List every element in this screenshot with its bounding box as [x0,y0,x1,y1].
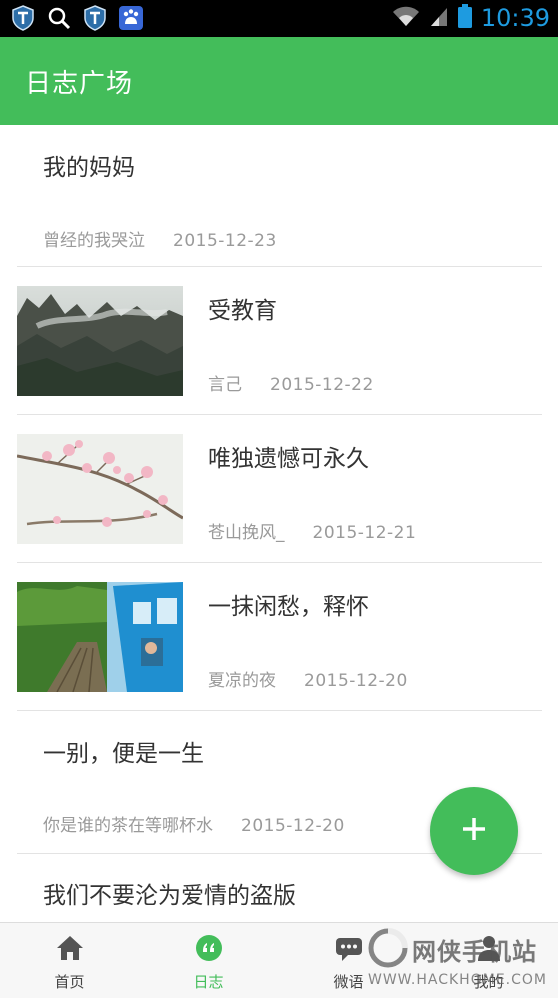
nav-label: 首页 [54,973,85,991]
search-icon [46,5,72,31]
journal-meta: 你是谁的茶在等哪杯水 2015-12-20 [43,811,345,836]
journal-title: 唯独遗憾可永久 [208,446,369,472]
journal-item[interactable]: 我的妈妈 曾经的我哭泣 2015-12-23 [17,125,542,267]
app-bar: 日志广场 [0,37,558,125]
shield-icon [82,5,108,31]
journal-meta: 苍山挽风_ 2015-12-21 [208,518,416,543]
nav-item-home[interactable]: 首页 [0,923,139,998]
nav-label: 日志 [193,973,224,991]
journal-title: 一别，便是一生 [43,741,204,767]
wifi-icon [391,4,421,32]
journal-date: 2015-12-21 [312,523,417,543]
journal-meta: 夏凉的夜 2015-12-20 [208,666,408,691]
watermark-url: WWW.HACKHOME.COM [368,972,547,988]
status-bar: 10:39 [0,0,558,37]
journal-meta: 言己 2015-12-22 [208,370,374,395]
watermark-logo-icon [366,926,410,974]
journal-meta: 曾经的我哭泣 2015-12-23 [43,226,277,251]
watermark: 网侠手机站 WWW.HACKHOME.COM [332,926,558,998]
quote-icon [194,933,224,963]
journal-thumbnail [17,286,183,396]
journal-item[interactable]: 受教育 言己 2015-12-22 [17,267,542,415]
journal-date: 2015-12-22 [270,375,374,395]
baidu-icon [118,5,144,31]
journal-title: 我们不要沦为爱情的盗版 [43,883,296,909]
page-title: 日志广场 [25,69,134,99]
journal-title: 受教育 [208,298,277,324]
home-icon [55,933,85,963]
add-journal-button[interactable] [430,787,518,875]
watermark-text: 网侠手机站 [412,938,537,966]
journal-author[interactable]: 夏凉的夜 [208,666,276,691]
nav-item-journal[interactable]: 日志 [139,923,278,998]
system-indicators: 10:39 [391,3,550,33]
notification-icons [10,5,144,31]
journal-author[interactable]: 曾经的我哭泣 [43,226,145,251]
journal-title: 一抹闲愁，释怀 [208,594,369,620]
journal-author[interactable]: 苍山挽风_ [208,518,285,543]
shield-icon [10,5,36,31]
battery-icon [457,3,473,33]
journal-item[interactable]: 唯独遗憾可永久 苍山挽风_ 2015-12-21 [17,415,542,563]
clock: 10:39 [480,4,550,32]
signal-icon [429,4,449,32]
plus-icon [461,816,487,846]
journal-date: 2015-12-20 [241,816,345,836]
journal-author[interactable]: 你是谁的茶在等哪杯水 [43,811,213,836]
journal-thumbnail [17,434,183,544]
journal-author[interactable]: 言己 [208,370,242,395]
journal-item[interactable]: 一抹闲愁，释怀 夏凉的夜 2015-12-20 [17,563,542,711]
journal-thumbnail [17,582,183,692]
journal-date: 2015-12-20 [304,671,408,691]
journal-date: 2015-12-23 [173,231,277,251]
journal-title: 我的妈妈 [43,155,135,181]
